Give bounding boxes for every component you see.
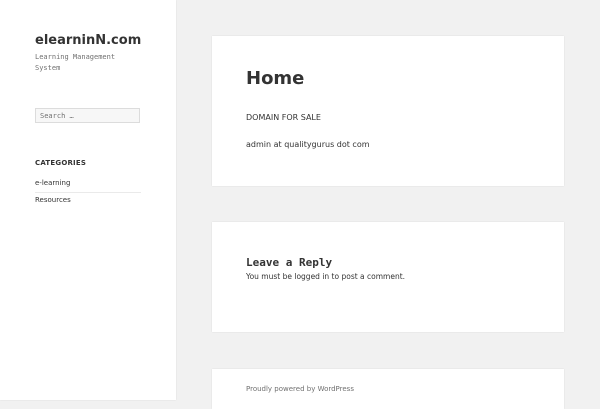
site-title-link[interactable]: elearninN.com <box>35 33 141 48</box>
reply-title: Leave a Reply <box>246 256 333 269</box>
site-footer: Proudly powered by WordPress <box>212 369 564 409</box>
note-prefix: You must be <box>246 272 295 281</box>
post-card: Home DOMAIN FOR SALE admin at qualitygur… <box>212 36 564 186</box>
sidebar: elearninN.com Learning Management System… <box>0 0 176 400</box>
search-form <box>35 108 140 123</box>
search-input[interactable] <box>36 109 139 122</box>
comments-card: Leave a Reply You must be logged in to p… <box>212 222 564 332</box>
wordpress-credit-link[interactable]: Proudly powered by WordPress <box>246 385 354 393</box>
site-description: Learning Management System <box>35 53 116 72</box>
post-text-line: admin at qualitygurus dot com <box>246 140 370 149</box>
categories-heading: CATEGORIES <box>35 159 87 167</box>
login-link[interactable]: logged in <box>294 272 329 281</box>
note-suffix: to post a comment. <box>329 272 406 281</box>
post-text-line: DOMAIN FOR SALE <box>246 113 321 122</box>
category-link-e-learning[interactable]: e-learning <box>35 179 141 193</box>
page-title: Home <box>246 68 305 89</box>
login-required-note: You must be logged in to post a comment. <box>246 272 405 281</box>
category-link-resources[interactable]: Resources <box>35 196 141 204</box>
